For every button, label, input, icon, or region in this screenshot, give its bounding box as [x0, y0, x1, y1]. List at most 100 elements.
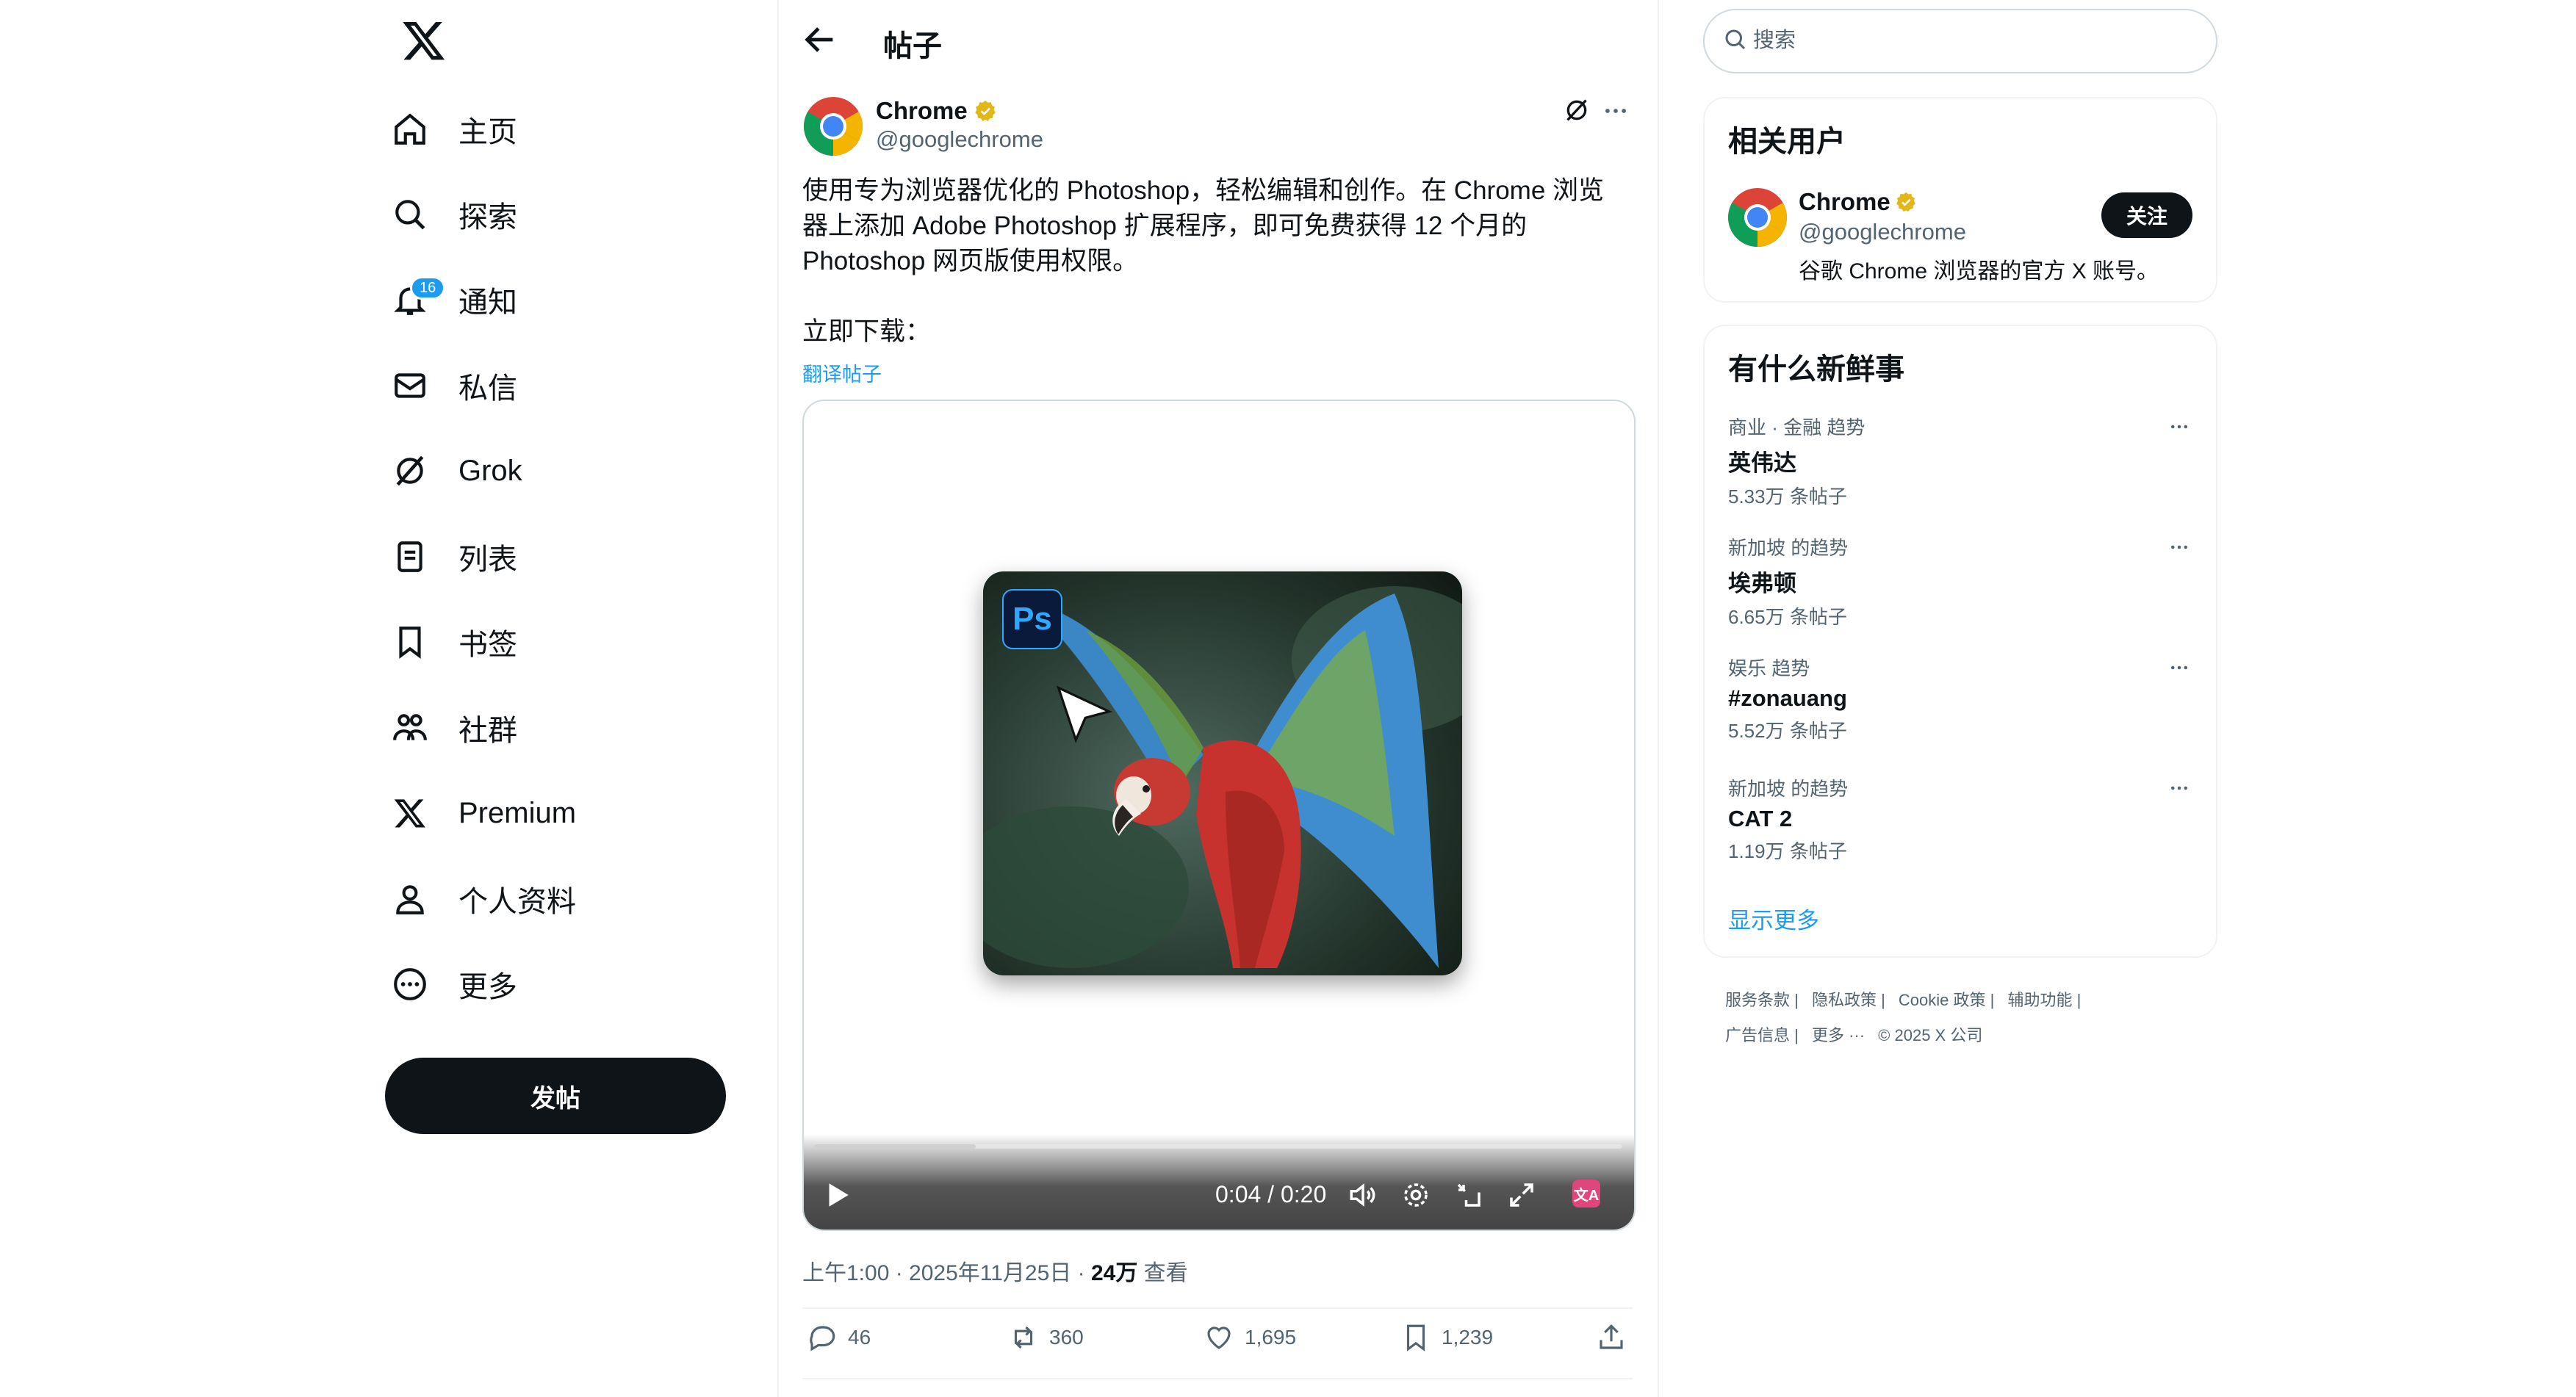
- picture-in-picture-icon[interactable]: [1453, 1180, 1484, 1214]
- footer-links: 服务条款 | 隐私政策 | Cookie 政策 | 辅助功能 |: [1725, 987, 2090, 1011]
- related-name-row: Chrome: [1799, 188, 1917, 216]
- related-user-handle[interactable]: @googlechrome: [1799, 219, 1966, 245]
- people-icon: [389, 707, 431, 748]
- nav-item-profile[interactable]: 个人资料: [389, 864, 576, 934]
- trend-item[interactable]: 娱乐 趋势 #zonauang 5.52万 条帖子: [1728, 654, 2198, 764]
- chrome-avatar[interactable]: [802, 95, 864, 157]
- trend-item[interactable]: 新加坡 的趋势 埃弗顿 6.65万 条帖子: [1728, 533, 2198, 643]
- trend-category: 商业 · 金融 趋势: [1728, 416, 1866, 438]
- author-handle[interactable]: @googlechrome: [876, 126, 1043, 153]
- trend-item[interactable]: 商业 · 金融 趋势 英伟达 5.33万 条帖子: [1728, 413, 2198, 523]
- x-logo-icon[interactable]: [401, 18, 447, 63]
- photoshop-badge: Ps: [1002, 589, 1062, 649]
- repost-button[interactable]: 360: [1008, 1322, 1084, 1353]
- follow-button[interactable]: 关注: [2101, 192, 2192, 238]
- nav-item-lists[interactable]: 列表: [389, 521, 517, 592]
- chrome-avatar[interactable]: [1727, 187, 1788, 248]
- share-button[interactable]: [1596, 1322, 1627, 1353]
- settings-gear-icon[interactable]: [1400, 1180, 1431, 1214]
- bookmark-button[interactable]: 1,239: [1400, 1322, 1493, 1353]
- nav-label-explore: 探索: [458, 201, 517, 234]
- nav-label-home: 主页: [458, 116, 517, 148]
- more-options-icon[interactable]: [2166, 536, 2198, 558]
- nav-item-grok[interactable]: Grok: [389, 436, 522, 506]
- nav-item-messages[interactable]: 私信: [389, 350, 517, 421]
- footer-copyright: © 2025 X 公司: [1878, 1026, 1983, 1044]
- bell-icon: 16: [389, 276, 446, 320]
- footer-link-more[interactable]: 更多 ···: [1812, 1026, 1865, 1044]
- more-options-icon[interactable]: [2166, 657, 2198, 679]
- footer-link-cookie[interactable]: Cookie 政策 |: [1899, 991, 1994, 1009]
- trends-title: 有什么新鲜事: [1728, 353, 1904, 386]
- author-name[interactable]: Chrome: [876, 97, 968, 125]
- nav-item-bookmarks[interactable]: 书签: [389, 607, 517, 677]
- trend-category: 新加坡 的趋势: [1728, 537, 1849, 559]
- trend-item[interactable]: 新加坡 的趋势 CAT 2 1.19万 条帖子: [1728, 774, 2198, 884]
- video-player[interactable]: Ps 0:04 / 0:20 文A: [802, 400, 1636, 1231]
- footer-link-accessibility[interactable]: 辅助功能 |: [2007, 991, 2081, 1009]
- verified-badge-icon: [1895, 191, 1917, 213]
- trend-count: 1.19万 条帖子: [1728, 840, 1847, 862]
- search-box[interactable]: [1703, 9, 2217, 73]
- nav-label-profile: 个人资料: [458, 886, 576, 918]
- bookmark-icon: [1400, 1322, 1431, 1353]
- post-text: 使用专为浏览器优化的 Photoshop，轻松编辑和创作。在 Chrome 浏览…: [802, 176, 1605, 346]
- post-button[interactable]: 发帖: [385, 1058, 726, 1134]
- nav-label-notifications: 通知: [458, 286, 517, 319]
- trend-category: 娱乐 趋势: [1728, 657, 1810, 679]
- related-users-panel: 相关用户 Chrome @googlechrome 谷歌 Chrome 浏览器的…: [1703, 97, 2217, 303]
- nav-item-notifications[interactable]: 16 通知: [389, 264, 517, 335]
- volume-icon[interactable]: [1348, 1180, 1378, 1214]
- translate-post-link[interactable]: 翻译帖子: [802, 358, 882, 387]
- nav-item-communities[interactable]: 社群: [389, 693, 517, 763]
- trend-count: 6.65万 条帖子: [1728, 606, 1847, 628]
- search-icon: [389, 194, 431, 235]
- nav-item-explore[interactable]: 探索: [389, 179, 517, 250]
- reply-button[interactable]: 46: [807, 1322, 871, 1353]
- more-options-icon[interactable]: [2166, 777, 2198, 799]
- views-count: 24万: [1090, 1261, 1138, 1285]
- back-arrow-icon[interactable]: [801, 21, 839, 59]
- post-meta: 上午1:00 · 2025年11月25日 · 24万 查看: [802, 1255, 1188, 1287]
- repost-count: 360: [1049, 1326, 1084, 1349]
- fullscreen-icon[interactable]: [1506, 1180, 1537, 1214]
- like-button[interactable]: 1,695: [1204, 1322, 1296, 1353]
- related-user-name[interactable]: Chrome: [1799, 188, 1890, 216]
- nav-label-bookmarks: 书签: [458, 629, 517, 661]
- play-icon[interactable]: [821, 1180, 852, 1214]
- nav-label-premium: Premium: [458, 796, 577, 829]
- mail-icon: [389, 365, 431, 406]
- share-icon: [1596, 1322, 1627, 1353]
- grok-explain-icon[interactable]: [1562, 95, 1591, 129]
- views-label: 查看: [1137, 1261, 1188, 1285]
- notification-badge: 16: [410, 276, 446, 300]
- video-controls: 0:04 / 0:20 文A: [804, 1134, 1634, 1230]
- footer-link-terms[interactable]: 服务条款 |: [1725, 991, 1799, 1009]
- divider: [802, 1307, 1633, 1309]
- footer-link-privacy[interactable]: 隐私政策 |: [1812, 991, 1885, 1009]
- video-progress-track[interactable]: [814, 1144, 1622, 1149]
- post-timestamp[interactable]: 上午1:00 · 2025年11月25日 ·: [802, 1261, 1091, 1285]
- more-options-icon[interactable]: [2166, 416, 2198, 438]
- page-title: 帖子: [883, 30, 942, 62]
- profile-icon: [389, 878, 431, 920]
- nav-item-more[interactable]: 更多: [389, 949, 517, 1019]
- search-input[interactable]: [1752, 24, 2181, 57]
- left-navigation: 主页 探索 16 通知 私信 Grok 列表 书签 社群 Premium 个人资…: [367, 0, 764, 1397]
- show-more-link[interactable]: 显示更多: [1728, 902, 1819, 935]
- nav-item-home[interactable]: 主页: [389, 94, 517, 165]
- translate-extension-icon[interactable]: 文A: [1572, 1180, 1600, 1208]
- grok-icon: [389, 450, 431, 491]
- bookmark-icon: [389, 621, 431, 663]
- nav-label-more: 更多: [458, 971, 517, 1003]
- footer-link-ads[interactable]: 广告信息 |: [1725, 1026, 1799, 1044]
- search-icon: [1722, 26, 1749, 57]
- nav-label-messages: 私信: [458, 372, 517, 405]
- trend-count: 5.33万 条帖子: [1728, 485, 1847, 508]
- heart-icon: [1204, 1322, 1234, 1353]
- trend-count: 5.52万 条帖子: [1728, 720, 1847, 742]
- trend-name: 埃弗顿: [1728, 571, 1796, 596]
- more-options-icon[interactable]: [1602, 97, 1630, 129]
- nav-item-premium[interactable]: Premium: [389, 778, 576, 848]
- trend-name: #zonauang: [1728, 685, 1847, 711]
